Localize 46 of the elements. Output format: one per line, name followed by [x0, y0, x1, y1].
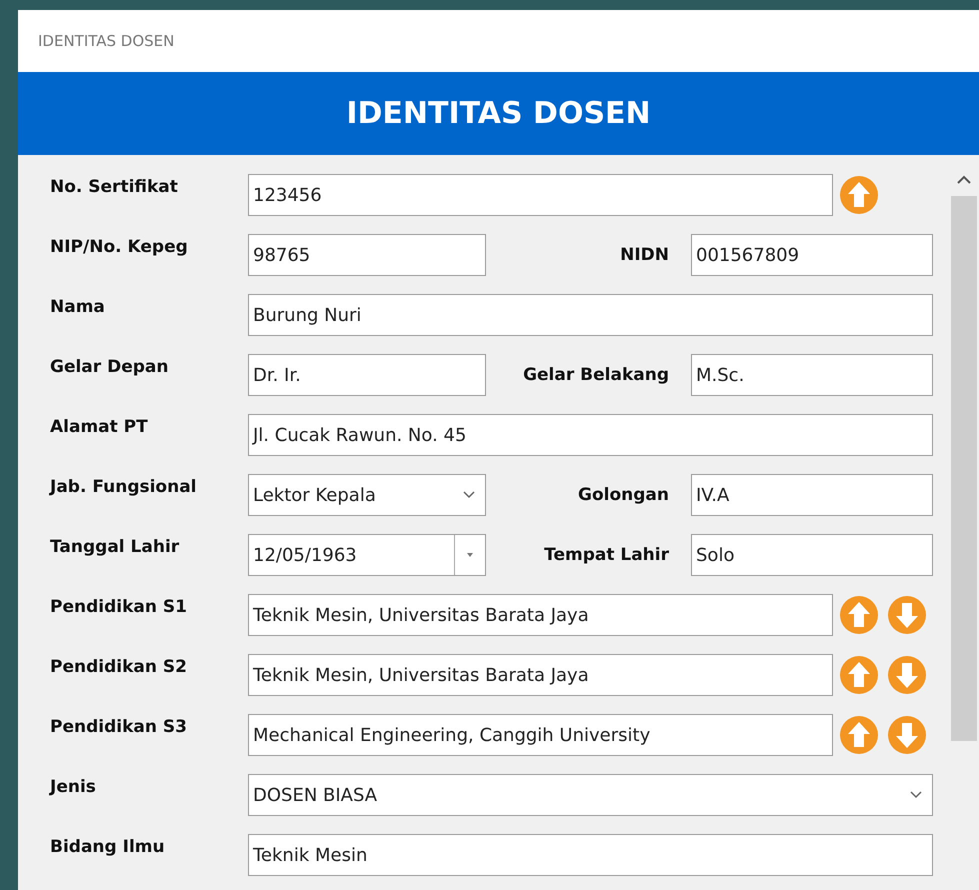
field-label: Nama [50, 296, 106, 317]
field-label: Jenis [50, 776, 97, 797]
input-field[interactable]: Solo [691, 534, 933, 576]
window-title: IDENTITAS DOSEN [38, 32, 174, 50]
input-field[interactable]: 123456 [248, 174, 833, 216]
arrow-up-icon[interactable] [839, 175, 879, 215]
caret-down-icon [466, 552, 474, 558]
arrow-down-icon[interactable] [887, 715, 927, 755]
input-field[interactable]: Burung Nuri [248, 294, 933, 336]
arrow-up-icon[interactable] [839, 595, 879, 635]
field-label: Pendidikan S1 [50, 596, 188, 617]
dropdown[interactable]: Lektor Kepala [248, 474, 486, 516]
field-label: NIDN [619, 245, 670, 265]
field-label: Alamat PT [50, 416, 149, 437]
input-field[interactable]: 98765 [248, 234, 486, 276]
arrow-down-icon[interactable] [887, 655, 927, 695]
dropdown[interactable]: DOSEN BIASA [248, 774, 933, 816]
input-field[interactable]: 001567809 [691, 234, 933, 276]
chevron-down-icon [463, 491, 475, 499]
arrow-down-icon[interactable] [887, 595, 927, 635]
input-field[interactable]: Teknik Mesin, Universitas Barata Jaya [248, 594, 833, 636]
field-label: Gelar Depan [50, 356, 170, 377]
input-field[interactable]: Teknik Mesin, Universitas Barata Jaya [248, 654, 833, 696]
input-field[interactable]: Dr. Ir. [248, 354, 486, 396]
date-picker[interactable]: 12/05/1963 [248, 534, 486, 576]
field-label: Golongan [577, 485, 670, 505]
field-label: Bidang Ilmu [50, 836, 166, 857]
input-field[interactable]: M.Sc. [691, 354, 933, 396]
scrollbar-thumb[interactable] [951, 196, 977, 741]
field-label: Pendidikan S3 [50, 716, 188, 737]
chevron-down-icon [910, 791, 922, 799]
field-label: Jab. Fungsional [50, 476, 198, 497]
field-label: No. Sertifikat [50, 176, 179, 197]
arrow-up-icon[interactable] [839, 655, 879, 695]
chevron-up-icon[interactable] [957, 175, 971, 184]
field-label: Tempat Lahir [543, 545, 670, 565]
form-title: IDENTITAS DOSEN [346, 96, 651, 131]
input-field[interactable]: Teknik Mesin [248, 834, 933, 876]
input-field[interactable]: IV.A [691, 474, 933, 516]
field-label: Tanggal Lahir [50, 536, 180, 557]
field-label: Gelar Belakang [522, 365, 670, 385]
input-field[interactable]: Jl. Cucak Rawun. No. 45 [248, 414, 933, 456]
arrow-up-icon[interactable] [839, 715, 879, 755]
field-label: NIP/No. Kepeg [50, 236, 189, 257]
field-label: Pendidikan S2 [50, 656, 188, 677]
input-field[interactable]: Mechanical Engineering, Canggih University [248, 714, 833, 756]
